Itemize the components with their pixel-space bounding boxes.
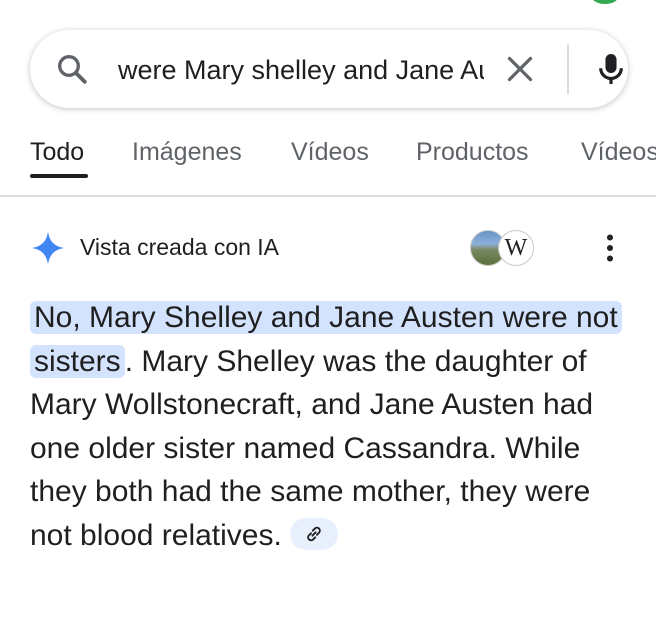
search-tabs: Todo Imágenes Vídeos Productos Vídeos [0,128,656,180]
wikipedia-icon[interactable]: W [498,230,534,266]
tab-todo[interactable]: Todo [30,128,84,176]
tab-imagenes[interactable]: Imágenes [132,128,242,176]
search-icon [58,55,87,84]
top-indicator [592,0,618,4]
more-vert-icon[interactable] [596,230,624,266]
active-tab-indicator [30,174,88,178]
link-icon [307,526,321,541]
source-icons[interactable]: W [470,228,540,268]
ai-overview-title: Vista creada con IA [80,234,280,260]
tabs-divider [0,195,656,197]
mic-icon[interactable] [592,50,630,88]
sparkle-icon [31,231,65,265]
close-icon[interactable] [502,51,538,87]
tab-productos[interactable]: Productos [416,128,529,176]
search-bar[interactable]: were Mary shelley and Jane Austen sister… [30,30,628,108]
search-input[interactable]: were Mary shelley and Jane Austen sister… [118,52,484,88]
search-divider [567,44,569,94]
source-link-chip[interactable] [289,517,338,550]
tab-videos-2[interactable]: Vídeos [581,128,656,176]
ai-answer: No, Mary Shelley and Jane Austen were no… [30,296,630,557]
ai-overview-header: Vista creada con IA W [0,222,656,272]
tab-videos[interactable]: Vídeos [291,128,369,176]
